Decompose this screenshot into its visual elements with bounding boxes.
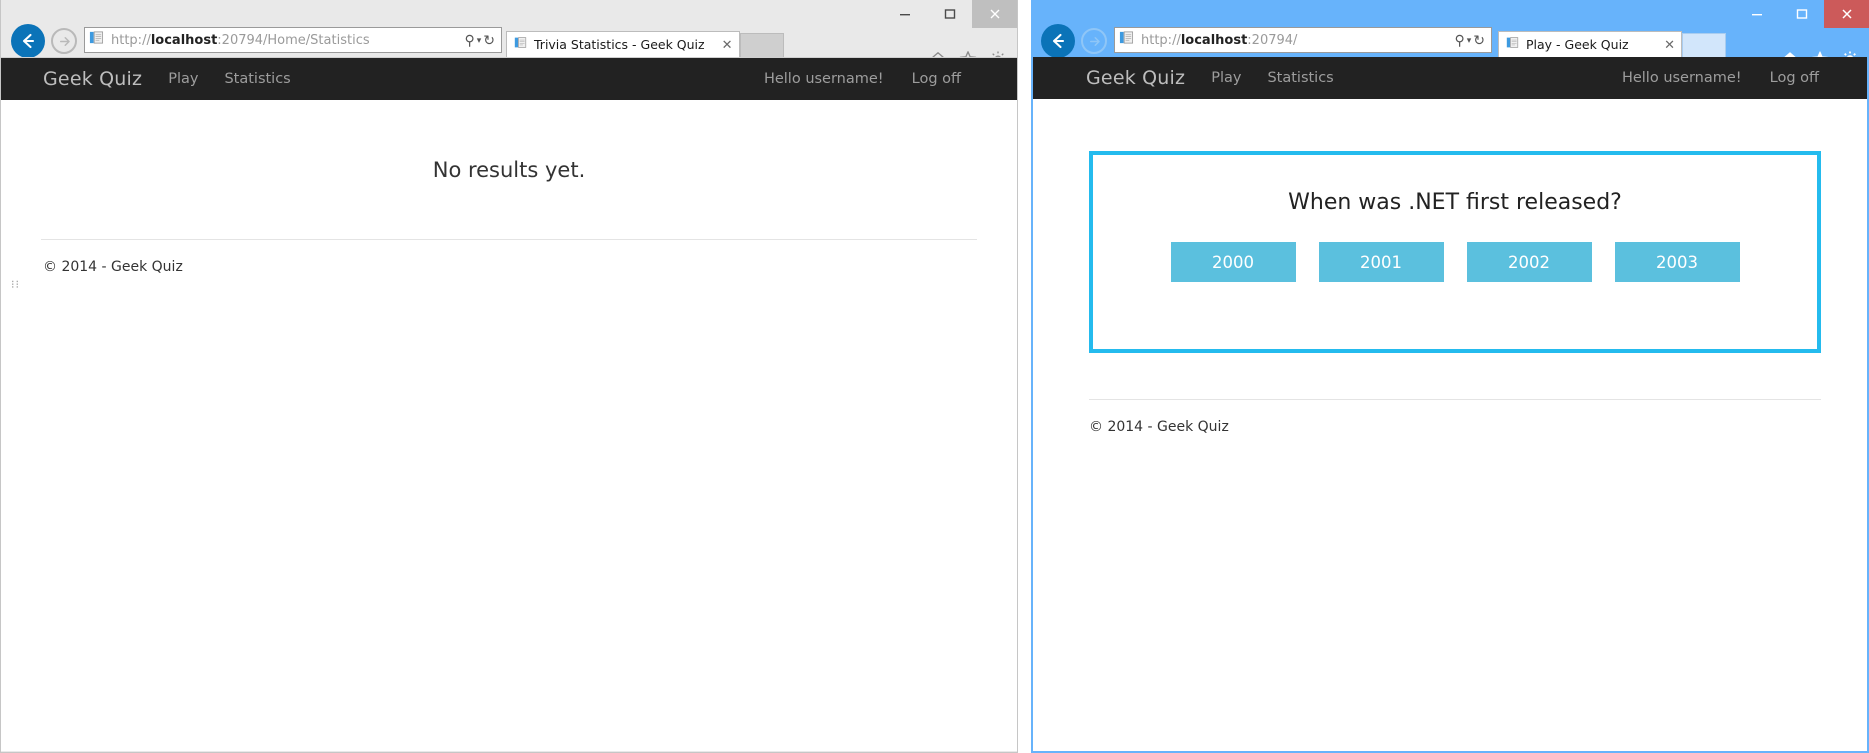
forward-button[interactable] [1081, 28, 1107, 54]
quiz-answers-group: 2000 2001 2002 2003 [1170, 242, 1740, 282]
back-button[interactable] [11, 24, 45, 58]
tab-play-geek-quiz[interactable]: Play - Geek Quiz ✕ [1498, 31, 1682, 57]
refresh-icon[interactable]: ↻ [1473, 33, 1485, 47]
refresh-icon[interactable]: ↻ [483, 33, 495, 47]
nav-link-statistics[interactable]: Statistics [224, 71, 290, 87]
answer-button-2000[interactable]: 2000 [1170, 242, 1296, 282]
nav-link-play[interactable]: Play [168, 71, 198, 87]
page-favicon-icon [89, 30, 109, 50]
search-icon[interactable]: ⚲ [1454, 33, 1464, 47]
page-favicon-icon [1119, 30, 1139, 50]
tab-favicon-icon [1506, 36, 1519, 54]
forward-button[interactable] [51, 28, 77, 54]
no-results-message: No results yet. [432, 158, 586, 182]
greeting-username[interactable]: Hello username! [764, 71, 884, 87]
footer-divider [1089, 399, 1821, 400]
search-icon[interactable]: ⚲ [464, 33, 474, 47]
answer-button-2003[interactable]: 2003 [1614, 242, 1740, 282]
address-url-text[interactable]: http://localhost:20794/Home/Statistics [109, 33, 464, 48]
footer-copyright: © 2014 - Geek Quiz [43, 259, 183, 275]
tab-title: Trivia Statistics - Geek Quiz [534, 37, 705, 52]
address-bar[interactable]: http://localhost:20794/Home/Statistics ⚲… [84, 27, 502, 53]
greeting-username[interactable]: Hello username! [1622, 70, 1742, 86]
tab-close-icon[interactable]: ✕ [722, 37, 733, 53]
log-off-link[interactable]: Log off [912, 71, 961, 87]
address-url-text[interactable]: http://localhost:20794/ [1139, 33, 1454, 48]
tab-favicon-icon [514, 36, 527, 54]
browser-window-play[interactable]: http://localhost:20794/ ⚲ ▾ ↻ Play - Gee… [1031, 0, 1869, 753]
address-bar-tools: ⚲ ▾ ↻ [464, 33, 501, 47]
nav-link-statistics[interactable]: Statistics [1267, 70, 1333, 86]
footer-divider [41, 239, 977, 240]
tab-strip-left: Trivia Statistics - Geek Quiz ✕ [506, 27, 784, 57]
quiz-question-text: When was .NET first released? [1288, 190, 1622, 215]
page-body-play: When was .NET first released? 2000 2001 … [1033, 151, 1867, 435]
site-navbar-right: Geek Quiz Play Statistics Hello username… [1033, 57, 1867, 99]
answer-button-2002[interactable]: 2002 [1466, 242, 1592, 282]
desktop-root: http://localhost:20794/Home/Statistics ⚲… [0, 0, 1869, 753]
page-body-statistics: No results yet. © 2014 - Geek Quiz [1, 158, 1017, 275]
brand-geek-quiz[interactable]: Geek Quiz [1086, 67, 1185, 89]
back-button[interactable] [1041, 24, 1075, 58]
tab-trivia-statistics[interactable]: Trivia Statistics - Geek Quiz ✕ [506, 31, 740, 57]
browser-window-statistics[interactable]: http://localhost:20794/Home/Statistics ⚲… [0, 0, 1018, 753]
address-bar-tools: ⚲ ▾ ↻ [1454, 33, 1491, 47]
tab-close-icon[interactable]: ✕ [1664, 37, 1675, 53]
resize-grip-icon[interactable]: ⁝⁝ [11, 278, 20, 291]
site-navbar-left: Geek Quiz Play Statistics Hello username… [1, 58, 1017, 100]
brand-geek-quiz[interactable]: Geek Quiz [43, 68, 142, 90]
browser-toolbar-right: http://localhost:20794/ ⚲ ▾ ↻ Play - Gee… [1031, 22, 1869, 67]
address-bar[interactable]: http://localhost:20794/ ⚲ ▾ ↻ [1114, 27, 1492, 53]
browser-toolbar-left: http://localhost:20794/Home/Statistics ⚲… [1, 22, 1017, 67]
new-tab-button[interactable] [1682, 33, 1726, 57]
tab-strip-right: Play - Geek Quiz ✕ [1498, 27, 1726, 57]
answer-button-2001[interactable]: 2001 [1318, 242, 1444, 282]
tab-title: Play - Geek Quiz [1526, 37, 1629, 52]
log-off-link[interactable]: Log off [1770, 70, 1819, 86]
new-tab-button[interactable] [739, 33, 784, 57]
chevron-down-icon[interactable]: ▾ [1467, 35, 1472, 45]
page-viewport-statistics: Geek Quiz Play Statistics Hello username… [1, 57, 1017, 751]
chevron-down-icon[interactable]: ▾ [477, 35, 482, 45]
nav-link-play[interactable]: Play [1211, 70, 1241, 86]
footer-copyright: © 2014 - Geek Quiz [1089, 419, 1229, 435]
quiz-card: When was .NET first released? 2000 2001 … [1089, 151, 1821, 353]
page-viewport-play: Geek Quiz Play Statistics Hello username… [1033, 57, 1867, 751]
